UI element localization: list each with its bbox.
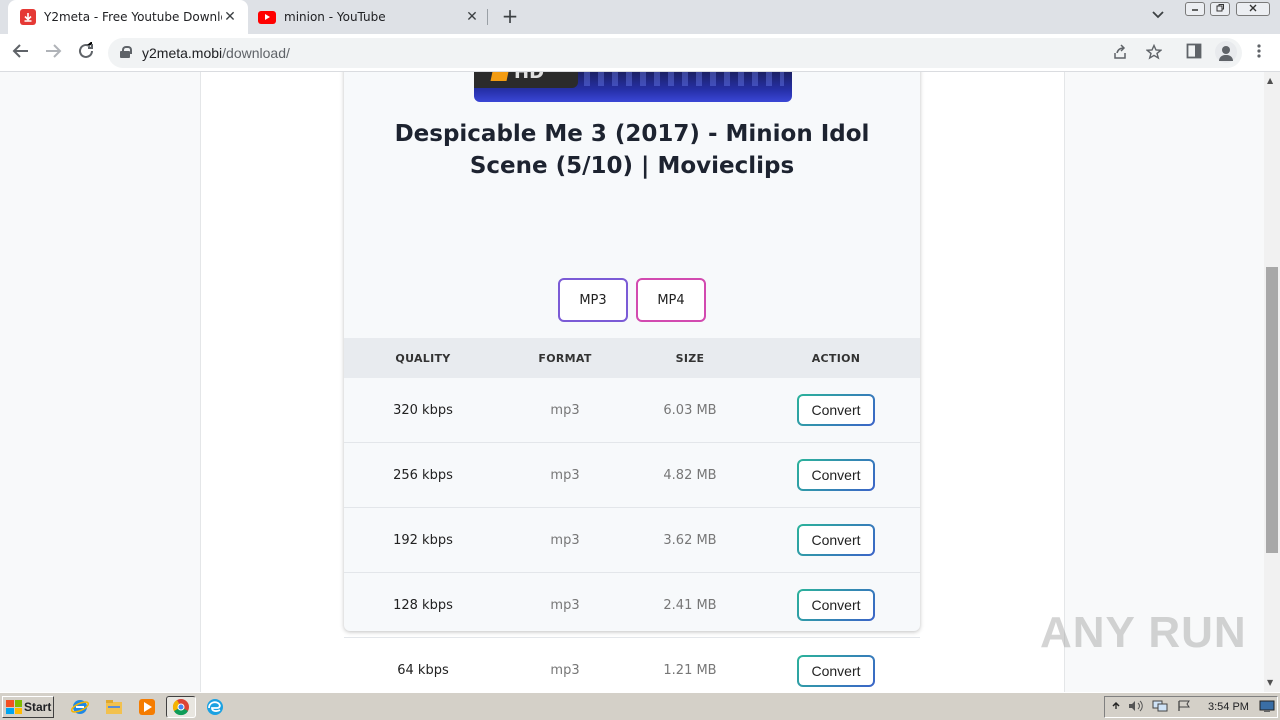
url-text[interactable]: y2meta.mobi/download/ (142, 45, 290, 61)
internet-explorer-icon[interactable] (70, 697, 90, 717)
lock-icon[interactable] (120, 46, 132, 58)
table-row: 64 kbps mp3 1.21 MB Convert (344, 638, 920, 692)
tab-title: minion - YouTube (284, 10, 386, 24)
edge-icon[interactable] (205, 697, 225, 717)
network-icon[interactable] (1152, 700, 1168, 715)
header-quality: QUALITY (395, 351, 451, 365)
bookmark-star-icon[interactable] (1145, 43, 1163, 64)
format-cell: mp3 (550, 532, 580, 548)
reload-icon[interactable] (75, 41, 97, 64)
tab-mp3[interactable]: MP3 (558, 278, 628, 322)
quality-cell: 128 kbps (393, 597, 453, 613)
quality-cell: 256 kbps (393, 467, 453, 483)
browser-toolbar: y2meta.mobi/download/ (0, 34, 1280, 72)
media-player-icon[interactable] (137, 697, 157, 717)
kebab-menu-icon[interactable] (1255, 43, 1263, 63)
page-viewport: HD Despicable Me 3 (2017) - Minion Idol … (0, 72, 1264, 692)
quality-cell: 192 kbps (393, 532, 453, 548)
minimize-window-button[interactable] (1185, 2, 1205, 16)
tab-strip: Y2meta - Free Youtube Downloader ✕ minio… (0, 0, 1280, 34)
table-row: 320 kbps mp3 6.03 MB Convert (344, 378, 920, 443)
convert-button[interactable]: Convert (797, 459, 875, 491)
size-cell: 4.82 MB (663, 467, 717, 483)
format-cell: mp3 (550, 663, 580, 678)
header-format: FORMAT (538, 351, 592, 365)
convert-button[interactable]: Convert (797, 654, 875, 687)
anyrun-watermark: ANY RUN (1040, 608, 1247, 657)
show-hidden-icons-icon[interactable] (1111, 700, 1121, 713)
start-button[interactable]: Start (2, 696, 54, 718)
convert-button[interactable]: Convert (797, 394, 875, 426)
tab-mp4[interactable]: MP4 (636, 278, 706, 322)
restore-window-button[interactable] (1210, 2, 1230, 16)
convert-button[interactable]: Convert (797, 589, 875, 621)
quality-cell: 64 kbps (397, 663, 449, 678)
side-panel-icon[interactable] (1186, 43, 1202, 63)
tab-title: Y2meta - Free Youtube Downloader (44, 10, 222, 24)
windows-taskbar: Start 3:54 PM (0, 692, 1280, 720)
show-desktop-icon[interactable] (1259, 700, 1275, 715)
youtube-favicon-icon (258, 10, 276, 24)
new-tab-button[interactable]: + (498, 5, 522, 29)
table-row: 192 kbps mp3 3.62 MB Convert (344, 508, 920, 573)
chrome-taskbar-icon[interactable] (166, 696, 196, 718)
format-cell: mp3 (550, 467, 580, 483)
taskbar-clock[interactable]: 3:54 PM (1208, 701, 1249, 713)
file-explorer-icon[interactable] (104, 697, 124, 717)
y2meta-favicon-icon (20, 9, 36, 25)
size-cell: 6.03 MB (663, 402, 717, 418)
size-cell: 1.21 MB (663, 663, 717, 678)
action-center-flag-icon[interactable] (1177, 700, 1191, 715)
tab-search-chevron-icon[interactable] (1152, 8, 1164, 22)
scrollbar-thumb[interactable] (1266, 267, 1278, 553)
back-arrow-icon[interactable] (10, 42, 32, 64)
address-bar[interactable]: y2meta.mobi/download/ (108, 38, 1242, 68)
format-cell: mp3 (550, 597, 580, 613)
size-cell: 2.41 MB (663, 597, 717, 613)
scroll-down-arrow-icon[interactable]: ▼ (1267, 678, 1273, 687)
tab-youtube[interactable]: minion - YouTube ✕ (250, 0, 490, 34)
scroll-up-arrow-icon[interactable]: ▲ (1267, 76, 1273, 85)
convert-button[interactable]: Convert (797, 524, 875, 556)
header-size: SIZE (675, 351, 705, 365)
hd-badge: HD (474, 72, 578, 88)
profile-avatar-icon[interactable] (1215, 41, 1237, 63)
close-window-button[interactable] (1236, 2, 1270, 16)
size-cell: 3.62 MB (663, 532, 717, 548)
table-row: 256 kbps mp3 4.82 MB Convert (344, 443, 920, 508)
format-cell: mp3 (550, 402, 580, 418)
tab-separator (487, 9, 488, 25)
start-label: Start (24, 700, 52, 714)
header-action: ACTION (811, 351, 861, 365)
table-header: QUALITY FORMAT SIZE ACTION (344, 338, 920, 378)
download-card: HD Despicable Me 3 (2017) - Minion Idol … (344, 72, 920, 687)
tab-y2meta[interactable]: Y2meta - Free Youtube Downloader ✕ (8, 0, 248, 34)
page-scrollbar[interactable]: ▲ ▼ (1264, 72, 1280, 692)
volume-icon[interactable] (1128, 700, 1144, 715)
close-tab-icon[interactable]: ✕ (222, 9, 238, 25)
download-table: QUALITY FORMAT SIZE ACTION 320 kbps mp3 … (344, 338, 920, 692)
video-title: Despicable Me 3 (2017) - Minion Idol Sce… (394, 121, 870, 179)
video-thumbnail: HD (474, 72, 792, 102)
forward-arrow-icon[interactable] (42, 42, 64, 64)
table-row: 128 kbps mp3 2.41 MB Convert (344, 573, 920, 638)
quality-cell: 320 kbps (393, 402, 453, 418)
share-icon[interactable] (1112, 44, 1128, 64)
format-tabs: MP3 MP4 (344, 278, 920, 322)
close-tab-icon[interactable]: ✕ (464, 9, 480, 25)
windows-logo-icon (6, 700, 22, 714)
